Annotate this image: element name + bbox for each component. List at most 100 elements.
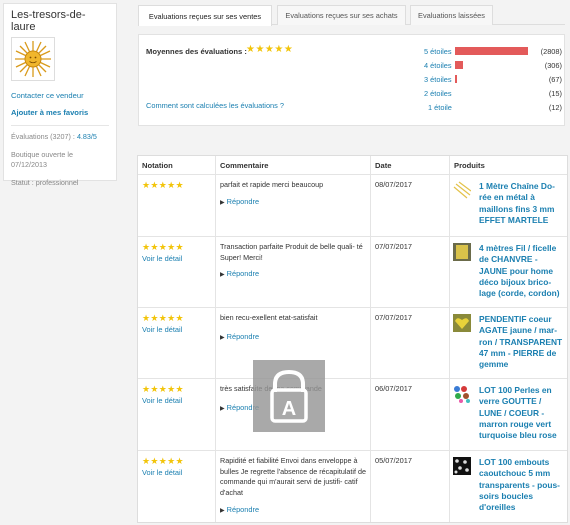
product-cell: 1 Mètre Chaîne Do- rée en métal à maillo… <box>450 175 567 236</box>
reply-link[interactable]: ▶ Répondre <box>220 332 366 341</box>
product-line: PENDENTIF coeur <box>479 314 552 324</box>
histogram-label[interactable]: 5 étoiles <box>424 47 455 56</box>
product-line: de CHANVRE - <box>479 254 538 265</box>
view-detail-link[interactable]: Voir le détail <box>142 396 211 405</box>
rubber-stoppers-thumbnail-icon[interactable] <box>453 457 471 475</box>
svg-text:A: A <box>282 398 296 420</box>
product-line: 4 mètres Fil / ficelle <box>479 243 557 253</box>
seller-sidebar: Les-tresors-de-laure Contacter ce vendeu… <box>3 3 117 187</box>
product-line: lage (corde, cordon) <box>479 288 560 299</box>
product-line: AGATE jaune / mar- <box>479 325 558 336</box>
product-link[interactable]: 4 mètres Fil / ficelle de CHANVRE - JAUN… <box>479 243 565 299</box>
rating-cell: ★★★★★ Voir le détail <box>138 308 216 378</box>
product-line: rée en métal à <box>479 192 535 203</box>
histogram-bar <box>455 47 528 55</box>
histogram-label[interactable]: 2 étoiles <box>424 89 455 98</box>
view-detail-link[interactable]: Voir le détail <box>142 468 211 477</box>
histogram-count: (15) <box>548 88 562 98</box>
evaluations-label: Évaluations (3207) : <box>11 132 75 141</box>
tab-given-evaluations[interactable]: Evaluations laissées <box>410 5 493 25</box>
tab-sales-evaluations[interactable]: Evaluations reçues sur ses ventes <box>138 5 272 26</box>
reply-link[interactable]: ▶ Répondre <box>220 269 366 278</box>
date-text: 08/07/2017 <box>375 180 412 189</box>
calc-explanation-link[interactable]: Comment sont calculées les évaluations ? <box>146 101 284 110</box>
product-line: ron / TRANSPARENT <box>479 336 563 347</box>
histogram-label[interactable]: 4 étoiles <box>424 61 455 70</box>
histogram-row-2: 2 étoiles (15) <box>424 88 562 98</box>
product-line: d'oreilles <box>479 502 516 513</box>
rating-cell: ★★★★★ <box>138 175 216 236</box>
comment-text: Rapidité et fiabilité Envoi dans envelop… <box>220 456 367 497</box>
table-row: ★★★★★ Voir le détail Transaction parfait… <box>138 236 567 307</box>
comment-cell: parfait et rapide merci beaucoup ▶ Répond… <box>216 175 371 236</box>
product-link[interactable]: LOT 100 embouts caoutchouc 5 mm transpar… <box>479 457 565 513</box>
ratings-summary: Moyennes des évaluations : ★★★★★ Comment… <box>138 34 565 126</box>
product-link[interactable]: LOT 100 Perles en verre GOUTTE / LUNE / … <box>479 385 565 441</box>
rating-stars: ★★★★★ <box>142 384 184 394</box>
product-line: 1 Mètre Chaîne Do- <box>479 181 555 191</box>
product-link[interactable]: 1 Mètre Chaîne Do- rée en métal à maillo… <box>479 181 565 226</box>
hemp-thread-thumbnail-icon[interactable] <box>453 243 471 261</box>
sun-logo-icon <box>15 41 51 77</box>
lock-a-icon: A <box>253 360 325 432</box>
histogram-label[interactable]: 3 étoiles <box>424 75 455 84</box>
product-line: marron rouge vert <box>479 418 552 429</box>
view-detail-link[interactable]: Voir le détail <box>142 254 211 263</box>
date-text: 06/07/2017 <box>375 384 412 393</box>
contact-seller-link[interactable]: Contacter ce vendeur <box>11 91 109 100</box>
evaluations-score-link[interactable]: 4.83/5 <box>77 132 97 141</box>
product-cell: LOT 100 embouts caoutchouc 5 mm transpar… <box>450 451 567 522</box>
product-link[interactable]: PENDENTIF coeur AGATE jaune / mar- ron /… <box>479 314 565 370</box>
rating-stars: ★★★★★ <box>142 313 184 323</box>
date-cell: 06/07/2017 <box>371 379 450 450</box>
header-rating: Notation <box>138 156 216 174</box>
chain-thumbnail-icon[interactable] <box>453 181 471 199</box>
date-cell: 07/07/2017 <box>371 308 450 378</box>
product-line: 47 mm - PIERRE de <box>479 347 557 358</box>
triangle-right-icon: ▶ <box>220 272 225 278</box>
table-row: ★★★★★ parfait et rapide merci beaucoup ▶… <box>138 174 567 236</box>
product-line: gemme <box>479 359 509 370</box>
header-products: Produits <box>454 161 485 170</box>
reply-label: Répondre <box>226 196 260 206</box>
histogram-row-3: 3 étoiles (67) <box>424 74 562 84</box>
product-line: EFFET MARTELE <box>479 214 549 225</box>
product-line: verre GOUTTE / <box>479 396 542 407</box>
product-line: JAUNE pour home <box>479 265 553 276</box>
product-line: transparents - pous- <box>479 479 560 490</box>
date-text: 05/07/2017 <box>375 456 412 465</box>
histogram-row-1: 1 étoile (12) <box>424 102 562 112</box>
reply-link[interactable]: ▶ Répondre <box>220 197 366 206</box>
product-line: soirs boucles <box>479 490 533 501</box>
comment-text: bien recu-exellent etat-satisfait <box>220 313 318 322</box>
triangle-right-icon: ▶ <box>220 508 225 514</box>
date-cell: 05/07/2017 <box>371 451 450 522</box>
opened-label: Boutique ouverte le <box>11 150 73 159</box>
rating-cell: ★★★★★ Voir le détail <box>138 379 216 450</box>
header-date: Date <box>371 156 450 174</box>
tab-purchase-evaluations[interactable]: Evaluations reçues sur ses achats <box>277 5 406 25</box>
divider <box>11 125 109 126</box>
evaluations-summary: Évaluations (3207) : 4.83/5 <box>11 132 109 142</box>
glass-beads-thumbnail-icon[interactable] <box>453 385 471 403</box>
seller-status: Statut : professionnel <box>11 178 79 187</box>
reply-link[interactable]: ▶ Répondre <box>220 505 366 514</box>
triangle-right-icon: ▶ <box>220 199 225 206</box>
comment-cell: Transaction parfaite Produit de belle qu… <box>216 237 371 307</box>
evaluations-table: Notation Commentaire Date Produits ★★★★★… <box>137 155 568 523</box>
agate-pendant-thumbnail-icon[interactable] <box>453 314 471 332</box>
product-line: LOT 100 embouts <box>479 457 550 467</box>
product-line: maillons fins 3 mm <box>479 203 555 214</box>
add-favorites-link[interactable]: Ajouter à mes favoris <box>11 108 109 117</box>
average-label: Moyennes des évaluations : <box>146 47 247 56</box>
rating-stars: ★★★★★ <box>142 456 184 466</box>
product-line: LUNE / COEUR - <box>479 407 545 418</box>
table-row: ★★★★★ Voir le détail bien recu-exellent … <box>138 307 567 378</box>
product-line: caoutchouc 5 mm <box>479 468 551 479</box>
comment-cell: Rapidité et fiabilité Envoi dans envelop… <box>216 451 371 522</box>
date-text: 07/07/2017 <box>375 242 412 251</box>
reply-label: Répondre <box>226 331 260 341</box>
histogram-label[interactable]: 1 étoile <box>424 103 455 112</box>
rating-cell: ★★★★★ Voir le détail <box>138 237 216 307</box>
view-detail-link[interactable]: Voir le détail <box>142 325 211 334</box>
